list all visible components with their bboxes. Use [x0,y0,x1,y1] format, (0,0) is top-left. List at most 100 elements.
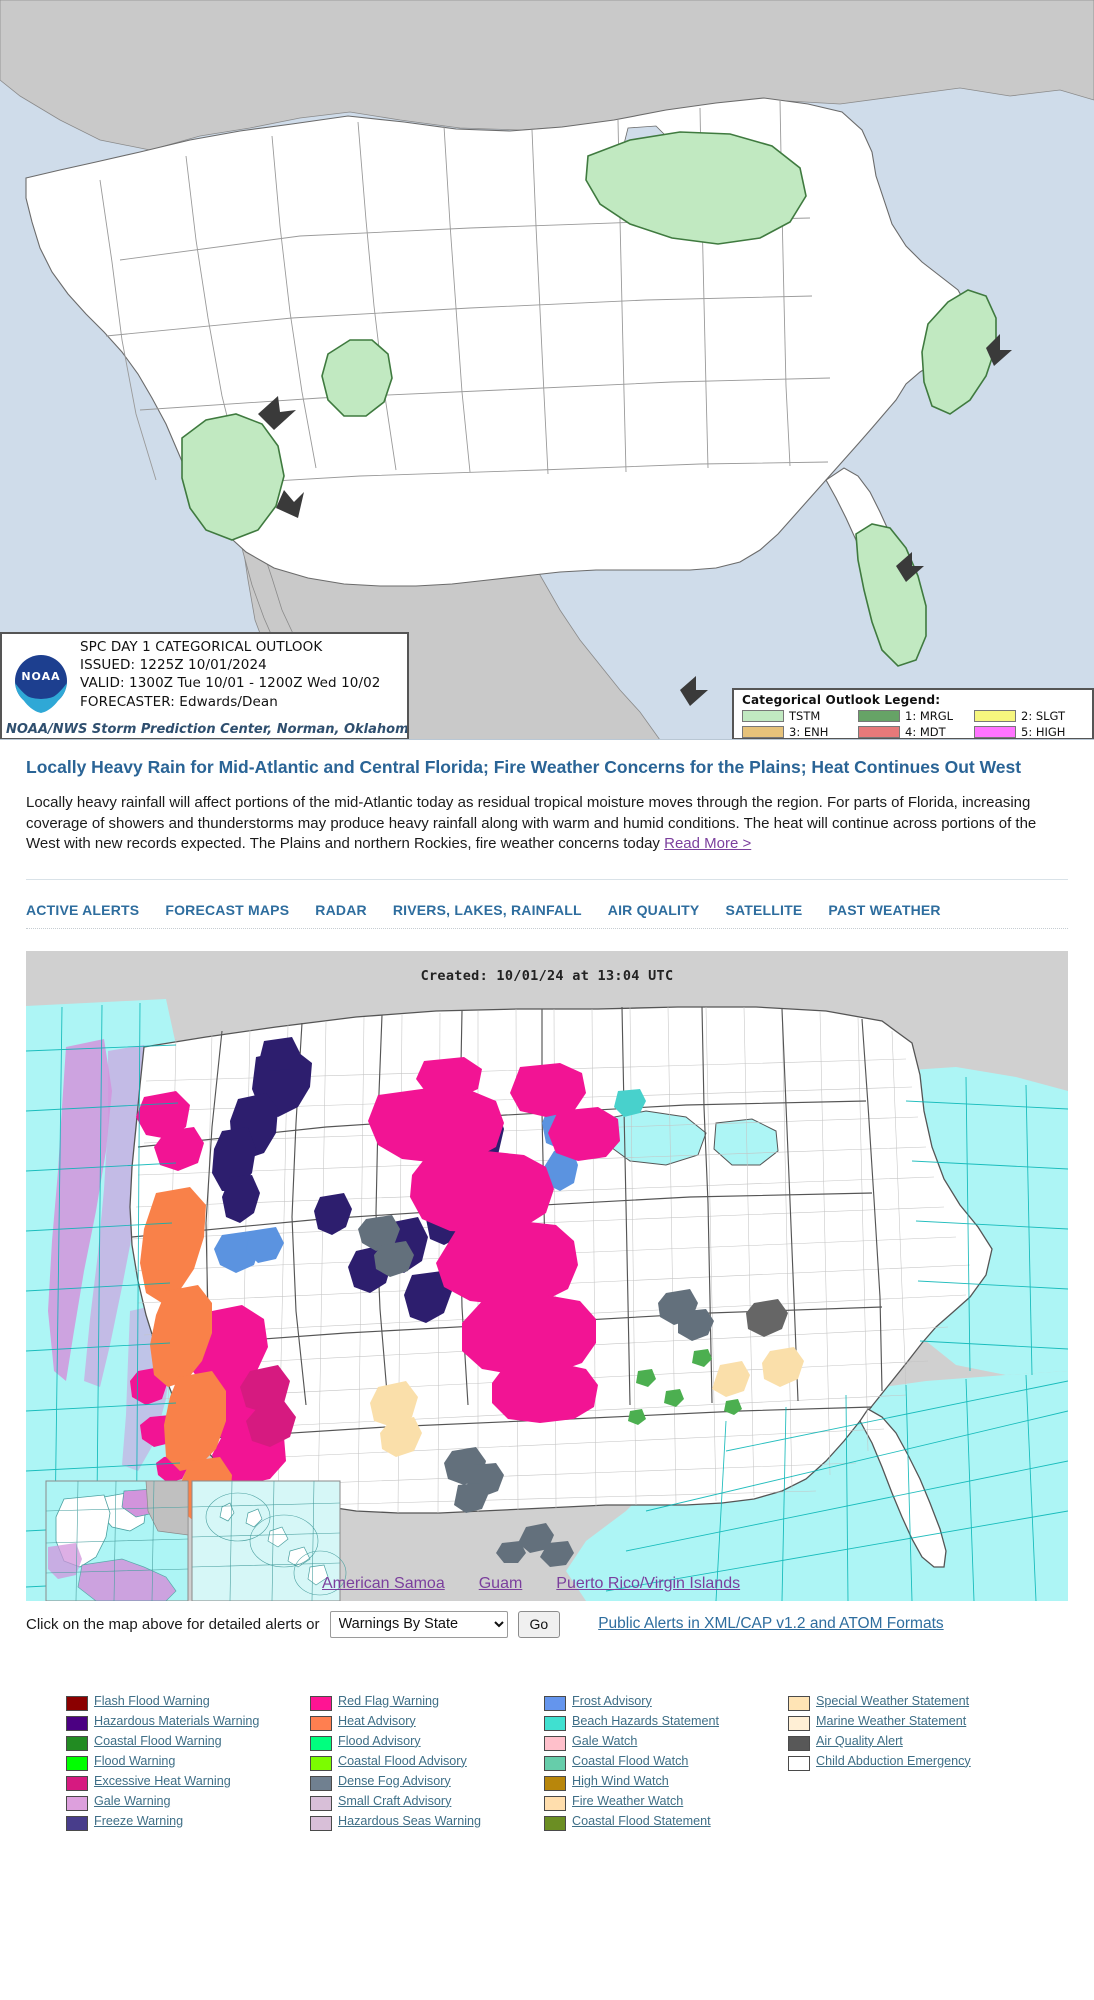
territory-link[interactable]: American Samoa [322,1575,445,1593]
go-button[interactable]: Go [517,1610,561,1638]
map-instruction-label: Click on the map above for detailed aler… [26,1615,320,1633]
spc-legend-swatch [742,710,784,722]
legend-column: Frost Advisory Beach Hazards Statement Gal… [544,1694,774,1831]
legend-row[interactable]: Coastal Flood Watch [544,1754,774,1771]
legend-row[interactable]: Hazardous Materials Warning [66,1714,296,1731]
nav-tab[interactable]: ACTIVE ALERTS [26,902,139,918]
legend-color-chip [544,1795,566,1811]
legend-label[interactable]: Marine Weather Statement [816,1714,966,1729]
warnings-by-state-select[interactable]: Warnings By State [329,1610,508,1638]
spc-legend-item: 3: ENH [742,725,854,739]
legend-label[interactable]: Coastal Flood Warning [94,1734,222,1749]
spc-outlook-map[interactable]: NOAA SPC DAY 1 CATEGORICAL OUTLOOK ISSUE… [0,0,1094,740]
legend-color-chip [788,1735,810,1751]
spc-legend-label: 2: SLGT [1021,709,1066,723]
legend-label[interactable]: Hazardous Seas Warning [338,1814,481,1829]
legend-row[interactable]: Hazardous Seas Warning [310,1814,530,1831]
legend-label[interactable]: Gale Warning [94,1794,171,1809]
legend-row[interactable]: Air Quality Alert [788,1734,1028,1751]
legend-color-chip [310,1715,332,1731]
legend-label[interactable]: Excessive Heat Warning [94,1774,231,1789]
nav-tab[interactable]: RIVERS, LAKES, RAINFALL [393,902,582,918]
public-alerts-cap-link[interactable]: Public Alerts in XML/CAP v1.2 and ATOM F… [598,1615,943,1633]
legend-label[interactable]: Gale Watch [572,1734,637,1749]
legend-color-chip [544,1735,566,1751]
legend-row[interactable]: Freeze Warning [66,1814,296,1831]
legend-label[interactable]: Heat Advisory [338,1714,416,1729]
legend-row[interactable]: Coastal Flood Warning [66,1734,296,1751]
legend-row[interactable]: Flash Flood Warning [66,1694,296,1711]
spc-legend-swatch [974,710,1016,722]
legend-label[interactable]: Child Abduction Emergency [816,1754,971,1769]
legend-row[interactable]: Child Abduction Emergency [788,1754,1028,1771]
primary-nav[interactable]: ACTIVE ALERTS FORECAST MAPS RADAR RIVERS, L… [0,880,1094,928]
territory-links[interactable]: American Samoa Guam Puerto Rico/Virgin Isl… [322,1575,740,1593]
legend-color-chip [544,1775,566,1791]
legend-row[interactable]: Gale Watch [544,1734,774,1751]
legend-row[interactable]: Beach Hazards Statement [544,1714,774,1731]
legend-row[interactable]: Coastal Flood Advisory [310,1754,530,1771]
legend-label[interactable]: Coastal Flood Watch [572,1754,688,1769]
spc-forecaster: FORECASTER: Edwards/Dean [80,693,278,710]
legend-label[interactable]: Dense Fog Advisory [338,1774,451,1789]
nav-tab[interactable]: RADAR [315,902,367,918]
nav-tab[interactable]: PAST WEATHER [828,902,940,918]
legend-color-chip [544,1815,566,1831]
legend-color-chip [788,1715,810,1731]
legend-color-chip [544,1695,566,1711]
legend-row[interactable]: Red Flag Warning [310,1694,530,1711]
legend-label[interactable]: High Wind Watch [572,1774,669,1789]
headline-body-text: Locally heavy rainfall will affect porti… [26,794,1037,853]
legend-label[interactable]: Flood Advisory [338,1734,421,1749]
active-alerts-map[interactable]: Created: 10/01/24 at 13:04 UTC American … [26,950,1068,1601]
spc-legend-label: 3: ENH [789,725,829,739]
spc-legend-item: TSTM [742,709,854,723]
territory-link[interactable]: Guam [479,1575,523,1593]
legend-row[interactable]: Flood Warning [66,1754,296,1771]
nav-tab[interactable]: AIR QUALITY [608,902,700,918]
spc-legend-swatch [974,726,1016,738]
legend-row[interactable]: Flood Advisory [310,1734,530,1751]
legend-label[interactable]: Air Quality Alert [816,1734,903,1749]
legend-label[interactable]: Hazardous Materials Warning [94,1714,259,1729]
legend-row[interactable]: Coastal Flood Statement [544,1814,774,1831]
legend-row[interactable]: Dense Fog Advisory [310,1774,530,1791]
legend-column: Red Flag Warning Heat Advisory Flood Advis… [310,1694,530,1831]
legend-row[interactable]: Small Craft Advisory [310,1794,530,1811]
legend-row[interactable]: High Wind Watch [544,1774,774,1791]
legend-row[interactable]: Excessive Heat Warning [66,1774,296,1791]
legend-row[interactable]: Gale Warning [66,1794,296,1811]
legend-color-chip [788,1695,810,1711]
legend-label[interactable]: Fire Weather Watch [572,1794,683,1809]
legend-label[interactable]: Small Craft Advisory [338,1794,451,1809]
legend-row[interactable]: Special Weather Statement [788,1694,1028,1711]
spc-legend-item: 2: SLGT [974,709,1086,723]
legend-row[interactable]: Fire Weather Watch [544,1794,774,1811]
legend-label[interactable]: Freeze Warning [94,1814,183,1829]
legend-row[interactable]: Frost Advisory [544,1694,774,1711]
legend-label[interactable]: Frost Advisory [572,1694,652,1709]
legend-label[interactable]: Flood Warning [94,1754,175,1769]
legend-label[interactable]: Coastal Flood Advisory [338,1754,467,1769]
alerts-legend: Flash Flood Warning Hazardous Materials W… [0,1638,1094,1855]
headline-body: Locally heavy rainfall will affect porti… [26,793,1046,855]
legend-label[interactable]: Beach Hazards Statement [572,1714,719,1729]
nav-tab[interactable]: SATELLITE [725,902,802,918]
legend-color-chip [310,1695,332,1711]
spc-categorical-legend: Categorical Outlook Legend: TSTM 1: MRGL 2… [732,688,1094,739]
legend-label[interactable]: Special Weather Statement [816,1694,969,1709]
legend-column: Flash Flood Warning Hazardous Materials W… [66,1694,296,1831]
legend-label[interactable]: Red Flag Warning [338,1694,439,1709]
spc-title: SPC DAY 1 CATEGORICAL OUTLOOK [80,639,323,655]
alerts-control-bar: Click on the map above for detailed aler… [0,1601,1094,1638]
legend-row[interactable]: Heat Advisory [310,1714,530,1731]
spc-legend-label: TSTM [789,709,821,723]
read-more-link[interactable]: Read More > [664,835,751,852]
nav-tab[interactable]: FORECAST MAPS [165,902,289,918]
legend-label[interactable]: Coastal Flood Statement [572,1814,711,1829]
territory-link[interactable]: Puerto Rico/Virgin Islands [556,1575,740,1593]
legend-color-chip [66,1715,88,1731]
alerts-map-graphic [26,950,1068,1601]
legend-row[interactable]: Marine Weather Statement [788,1714,1028,1731]
legend-label[interactable]: Flash Flood Warning [94,1694,210,1709]
